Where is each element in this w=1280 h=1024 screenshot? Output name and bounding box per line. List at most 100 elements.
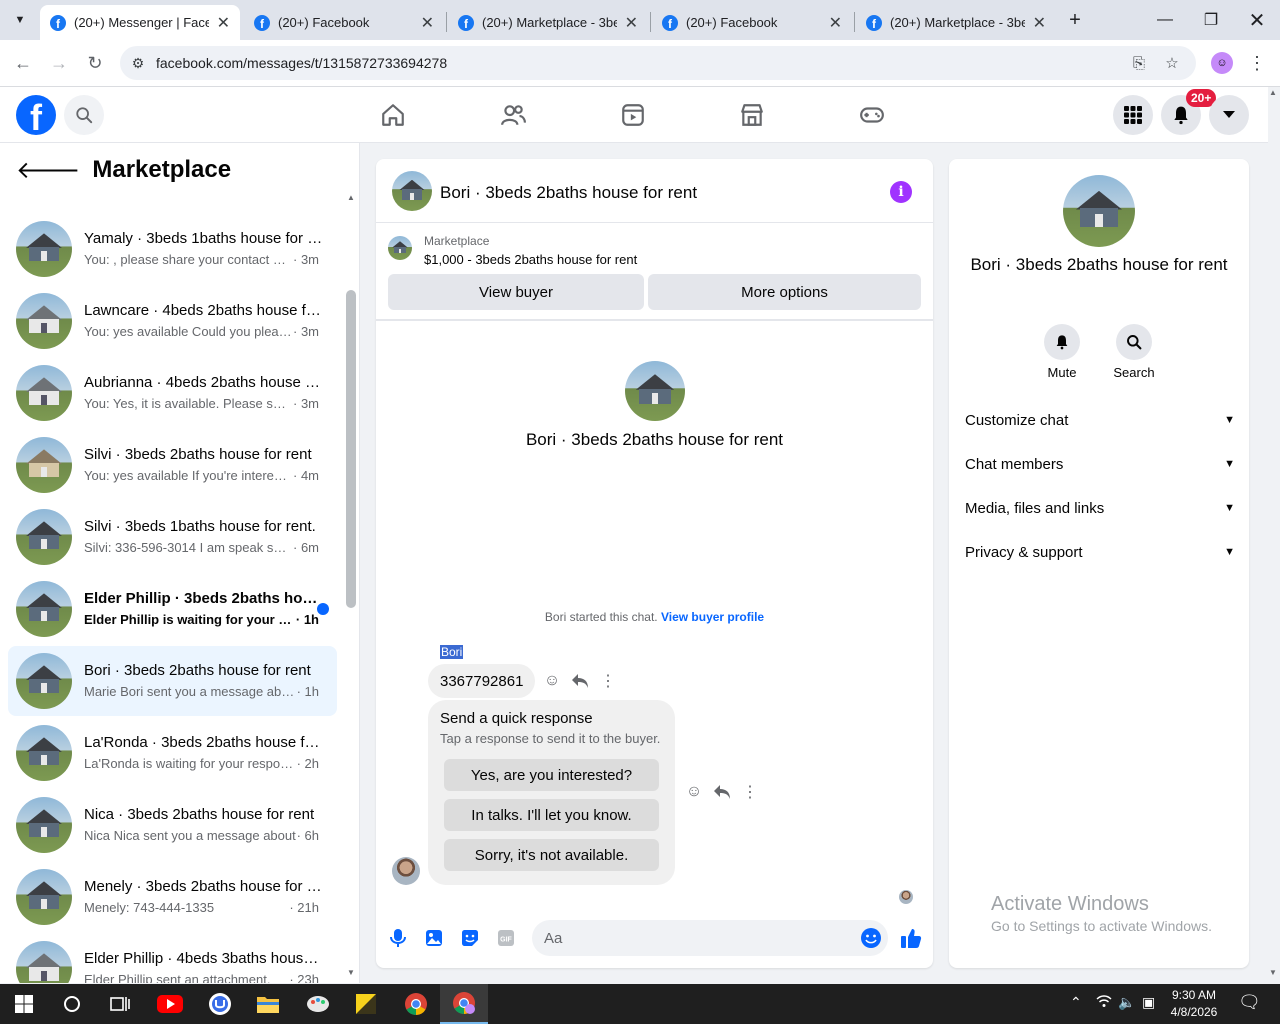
- paint-app-icon[interactable]: [294, 984, 342, 1024]
- account-dropdown-icon[interactable]: [1209, 95, 1249, 135]
- meet-now-icon[interactable]: ▣: [1142, 994, 1155, 1011]
- conversation-item[interactable]: Menely · 3beds 2baths house for rent Mene…: [8, 862, 337, 932]
- video-icon[interactable]: [577, 87, 689, 143]
- search-conversation-button[interactable]: Search: [1104, 324, 1164, 380]
- task-view-icon[interactable]: [96, 984, 144, 1024]
- more-actions-icon[interactable]: ⋮: [740, 782, 760, 802]
- show-hidden-icons-chevron-icon[interactable]: ⌃: [1070, 994, 1082, 1011]
- browser-tab-facebook-2[interactable]: f (20+) Facebook ✕: [652, 5, 852, 40]
- system-clock[interactable]: 9:30 AM 4/8/2026: [1162, 987, 1226, 1021]
- conversation-item[interactable]: La'Ronda · 3beds 2baths house for rent La…: [8, 718, 337, 788]
- close-tab-icon[interactable]: ✕: [1033, 13, 1046, 33]
- message-bubble[interactable]: 3367792861: [428, 664, 536, 698]
- reply-icon[interactable]: [570, 671, 590, 691]
- volume-icon[interactable]: 🔈: [1118, 994, 1135, 1011]
- chat-title[interactable]: Bori · 3beds 2baths house for rent: [440, 183, 697, 203]
- search-circle-icon[interactable]: [48, 984, 96, 1024]
- react-smiley-icon[interactable]: ☺: [684, 782, 704, 802]
- scroll-up-arrow-icon[interactable]: ▲: [347, 193, 355, 202]
- menu-grid-icon[interactable]: [1113, 95, 1153, 135]
- install-app-icon[interactable]: ⎘: [1128, 52, 1150, 74]
- quick-response-in-talks-button[interactable]: In talks. I'll let you know.: [444, 799, 659, 831]
- page-scroll-down-icon[interactable]: ▼: [1269, 968, 1277, 977]
- conversation-item[interactable]: Elder Phillip · 3beds 2baths house for r…: [8, 574, 337, 644]
- chat-avatar[interactable]: [392, 171, 432, 211]
- restore-icon[interactable]: ❐: [1188, 0, 1234, 40]
- close-tab-icon[interactable]: ✕: [421, 13, 434, 33]
- more-options-button[interactable]: More options: [648, 274, 921, 310]
- conversation-item[interactable]: Elder Phillip · 4beds 3baths house for r…: [8, 934, 337, 983]
- react-smiley-icon[interactable]: ☺: [542, 671, 562, 691]
- sticky-notes-icon[interactable]: [342, 984, 390, 1024]
- message-input[interactable]: [532, 920, 888, 956]
- close-tab-icon[interactable]: ✕: [829, 13, 842, 33]
- browser-tab-messenger[interactable]: f (20+) Messenger | Facebook ✕: [40, 5, 240, 40]
- scroll-down-arrow-icon[interactable]: ▼: [347, 968, 355, 977]
- friends-icon[interactable]: [457, 87, 569, 143]
- sender-avatar[interactable]: [392, 857, 420, 885]
- conversation-item[interactable]: Silvi · 3beds 2baths house for rent You: …: [8, 430, 337, 500]
- security-app-icon[interactable]: [196, 984, 244, 1024]
- browser-menu-icon[interactable]: ⋮: [1246, 52, 1268, 74]
- file-explorer-icon[interactable]: [244, 984, 292, 1024]
- search-icon[interactable]: [1116, 324, 1152, 360]
- privacy-support-section[interactable]: Privacy & support ▼: [965, 537, 1235, 567]
- chat-members-section[interactable]: Chat members ▼: [965, 449, 1235, 479]
- chrome-icon[interactable]: [392, 984, 440, 1024]
- photo-attach-icon[interactable]: [423, 927, 445, 949]
- home-icon[interactable]: [337, 87, 449, 143]
- conversation-item[interactable]: Bori · 3beds 2baths house for rent Marie …: [8, 646, 337, 716]
- new-tab-plus-icon[interactable]: +: [1063, 8, 1087, 32]
- address-bar[interactable]: ⚙ facebook.com/messages/t/13158727336942…: [120, 46, 1196, 80]
- browser-tab-marketplace-2[interactable]: f (20+) Marketplace - 3beds ✕: [856, 5, 1056, 40]
- browser-tab-marketplace[interactable]: f (20+) Marketplace - 3beds ✕: [448, 5, 648, 40]
- quick-response-yes-button[interactable]: Yes, are you interested?: [444, 759, 659, 791]
- chrome-profile-icon[interactable]: [440, 984, 488, 1024]
- notifications-center-icon[interactable]: 🗨: [1238, 992, 1261, 1013]
- emoji-picker-icon[interactable]: [860, 927, 882, 949]
- conversation-item[interactable]: Aubrianna · 4beds 2baths house for rent Y…: [8, 358, 337, 428]
- quick-response-not-available-button[interactable]: Sorry, it's not available.: [444, 839, 659, 871]
- conversation-info-icon[interactable]: i: [890, 181, 912, 203]
- minimize-icon[interactable]: —: [1142, 0, 1188, 40]
- facebook-logo-icon[interactable]: f: [16, 95, 56, 135]
- back-arrow-icon[interactable]: ←: [8, 48, 38, 78]
- bell-icon[interactable]: [1044, 324, 1080, 360]
- browser-tab-facebook[interactable]: f (20+) Facebook ✕: [244, 5, 444, 40]
- conversation-item[interactable]: Lawncare · 4beds 2baths house for rent Yo…: [8, 286, 337, 356]
- like-thumbs-up-icon[interactable]: [900, 927, 922, 949]
- sticker-icon[interactable]: [459, 927, 481, 949]
- windows-start-icon[interactable]: [0, 984, 48, 1024]
- conversation-item[interactable]: Silvi · 3beds 1baths house for rent. Silv…: [8, 502, 337, 572]
- gif-icon[interactable]: GIF: [495, 927, 517, 949]
- back-arrow-icon[interactable]: 🡐: [16, 155, 80, 185]
- facebook-search-icon[interactable]: [64, 95, 104, 135]
- microphone-icon[interactable]: [387, 927, 409, 949]
- reply-icon[interactable]: [712, 782, 732, 802]
- profile-avatar-icon[interactable]: ☺: [1211, 52, 1233, 74]
- tab-search-dropdown-icon[interactable]: ▼: [8, 8, 32, 32]
- info-avatar[interactable]: [1063, 175, 1135, 247]
- view-buyer-button[interactable]: View buyer: [388, 274, 644, 310]
- conversation-item[interactable]: Nica · 3beds 2baths house for rent Nica N…: [8, 790, 337, 860]
- page-scroll-up-icon[interactable]: ▲: [1269, 88, 1277, 97]
- listing-thumbnail[interactable]: [388, 236, 412, 260]
- gaming-icon[interactable]: [816, 87, 928, 143]
- conversation-item[interactable]: Yamaly · 3beds 1baths house for rent You:…: [8, 214, 337, 284]
- mute-button[interactable]: Mute: [1032, 324, 1092, 380]
- forward-arrow-icon[interactable]: →: [44, 48, 74, 78]
- youtube-icon[interactable]: [146, 984, 194, 1024]
- close-tab-icon[interactable]: ✕: [625, 13, 638, 33]
- close-tab-icon[interactable]: ✕: [217, 13, 230, 33]
- customize-chat-section[interactable]: Customize chat ▼: [965, 405, 1235, 435]
- site-info-icon[interactable]: ⚙: [120, 55, 156, 72]
- media-files-links-section[interactable]: Media, files and links ▼: [965, 493, 1235, 523]
- wifi-icon[interactable]: [1096, 994, 1112, 1011]
- listing-title[interactable]: $1,000 - 3beds 2baths house for rent: [424, 252, 637, 267]
- marketplace-icon[interactable]: [696, 87, 808, 143]
- view-buyer-profile-link[interactable]: View buyer profile: [661, 610, 764, 624]
- more-actions-icon[interactable]: ⋮: [598, 671, 618, 691]
- bookmark-star-icon[interactable]: ☆: [1161, 52, 1183, 74]
- close-window-icon[interactable]: ✕: [1234, 0, 1280, 40]
- url-text[interactable]: facebook.com/messages/t/1315872733694278: [156, 55, 447, 71]
